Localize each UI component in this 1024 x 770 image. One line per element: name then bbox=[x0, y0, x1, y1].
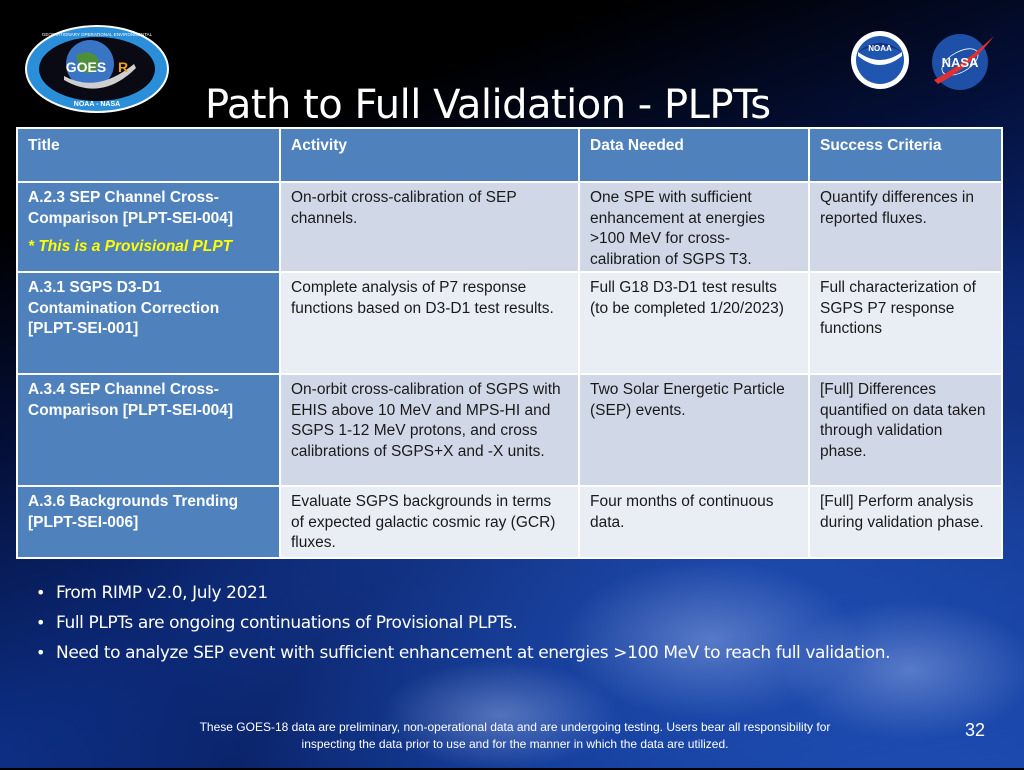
row-data-needed: Full G18 D3-D1 test results (to be compl… bbox=[578, 271, 810, 375]
bullet-item: • Full PLPTs are ongoing continuations of… bbox=[36, 608, 890, 638]
svg-text:NOAA: NOAA bbox=[868, 44, 892, 53]
page-number: 32 bbox=[965, 720, 986, 740]
table-row: A.3.4 SEP Channel Cross-Comparison [PLPT… bbox=[16, 373, 1003, 487]
svg-text:R: R bbox=[118, 59, 128, 75]
row-title: A.2.3 SEP Channel Cross-Comparison [PLPT… bbox=[28, 189, 233, 227]
row-title: A.3.1 SGPS D3-D1 Contamination Correctio… bbox=[16, 271, 281, 375]
bullet-item: • From RIMP v2.0, July 2021 bbox=[36, 578, 890, 608]
row-data-needed: Four months of continuous data. bbox=[578, 485, 810, 559]
row-activity: On-orbit cross-calibration of SEP channe… bbox=[279, 181, 580, 273]
goes-r-logo: GOES R NOAA - NASA GEOSTATIONARY OPERATI… bbox=[25, 25, 169, 113]
svg-text:GEOSTATIONARY OPERATIONAL ENVI: GEOSTATIONARY OPERATIONAL ENVIRONMENTAL bbox=[42, 32, 153, 37]
header-data-needed: Data Needed bbox=[578, 127, 810, 183]
earth-cloud-decoration bbox=[380, 660, 620, 770]
bullet-dot-icon: • bbox=[36, 613, 46, 632]
bullet-item: • Need to analyze SEP event with sufficie… bbox=[36, 638, 890, 668]
bullet-dot-icon: • bbox=[36, 583, 46, 602]
table-row: A.3.6 Backgrounds Trending [PLPT-SEI-006… bbox=[16, 485, 1003, 559]
nasa-logo: NASA bbox=[932, 34, 994, 90]
table-header-row: Title Activity Data Needed Success Crite… bbox=[16, 127, 1003, 183]
table-row: A.2.3 SEP Channel Cross-Comparison [PLPT… bbox=[16, 181, 1003, 273]
row-activity: Evaluate SGPS backgrounds in terms of ex… bbox=[279, 485, 580, 559]
row-activity: Complete analysis of P7 response functio… bbox=[279, 271, 580, 375]
row-success-criteria: Quantify differences in reported fluxes. bbox=[808, 181, 1003, 273]
row-success-criteria: [Full] Differences quantified on data ta… bbox=[808, 373, 1003, 487]
row-data-needed: Two Solar Energetic Particle (SEP) event… bbox=[578, 373, 810, 487]
svg-text:NASA: NASA bbox=[942, 55, 979, 70]
provisional-note: * This is a Provisional PLPT bbox=[28, 238, 233, 255]
header-activity: Activity bbox=[279, 127, 580, 183]
disclaimer-text: These GOES-18 data are preliminary, non-… bbox=[199, 720, 831, 751]
row-data-needed: One SPE with sufficient enhancement at e… bbox=[578, 181, 810, 273]
row-title-cell: A.2.3 SEP Channel Cross-Comparison [PLPT… bbox=[16, 181, 281, 273]
header-title: Title bbox=[16, 127, 281, 183]
slide-title: Path to Full Validation - PLPTs bbox=[205, 81, 771, 128]
row-title: A.3.6 Backgrounds Trending [PLPT-SEI-006… bbox=[16, 485, 281, 559]
row-success-criteria: [Full] Perform analysis during validatio… bbox=[808, 485, 1003, 559]
svg-text:GOES: GOES bbox=[66, 59, 106, 75]
plpt-table: Title Activity Data Needed Success Crite… bbox=[16, 127, 1003, 559]
header-success-criteria: Success Criteria bbox=[808, 127, 1003, 183]
bullet-dot-icon: • bbox=[36, 643, 46, 662]
row-title: A.3.4 SEP Channel Cross-Comparison [PLPT… bbox=[16, 373, 281, 487]
row-activity: On-orbit cross-calibration of SGPS with … bbox=[279, 373, 580, 487]
bullet-list: • From RIMP v2.0, July 2021 • Full PLPTs a… bbox=[36, 578, 890, 668]
noaa-logo: NOAA bbox=[851, 31, 909, 89]
row-success-criteria: Full characterization of SGPS P7 respons… bbox=[808, 271, 1003, 375]
svg-text:NOAA - NASA: NOAA - NASA bbox=[74, 101, 120, 108]
table-row: A.3.1 SGPS D3-D1 Contamination Correctio… bbox=[16, 271, 1003, 375]
